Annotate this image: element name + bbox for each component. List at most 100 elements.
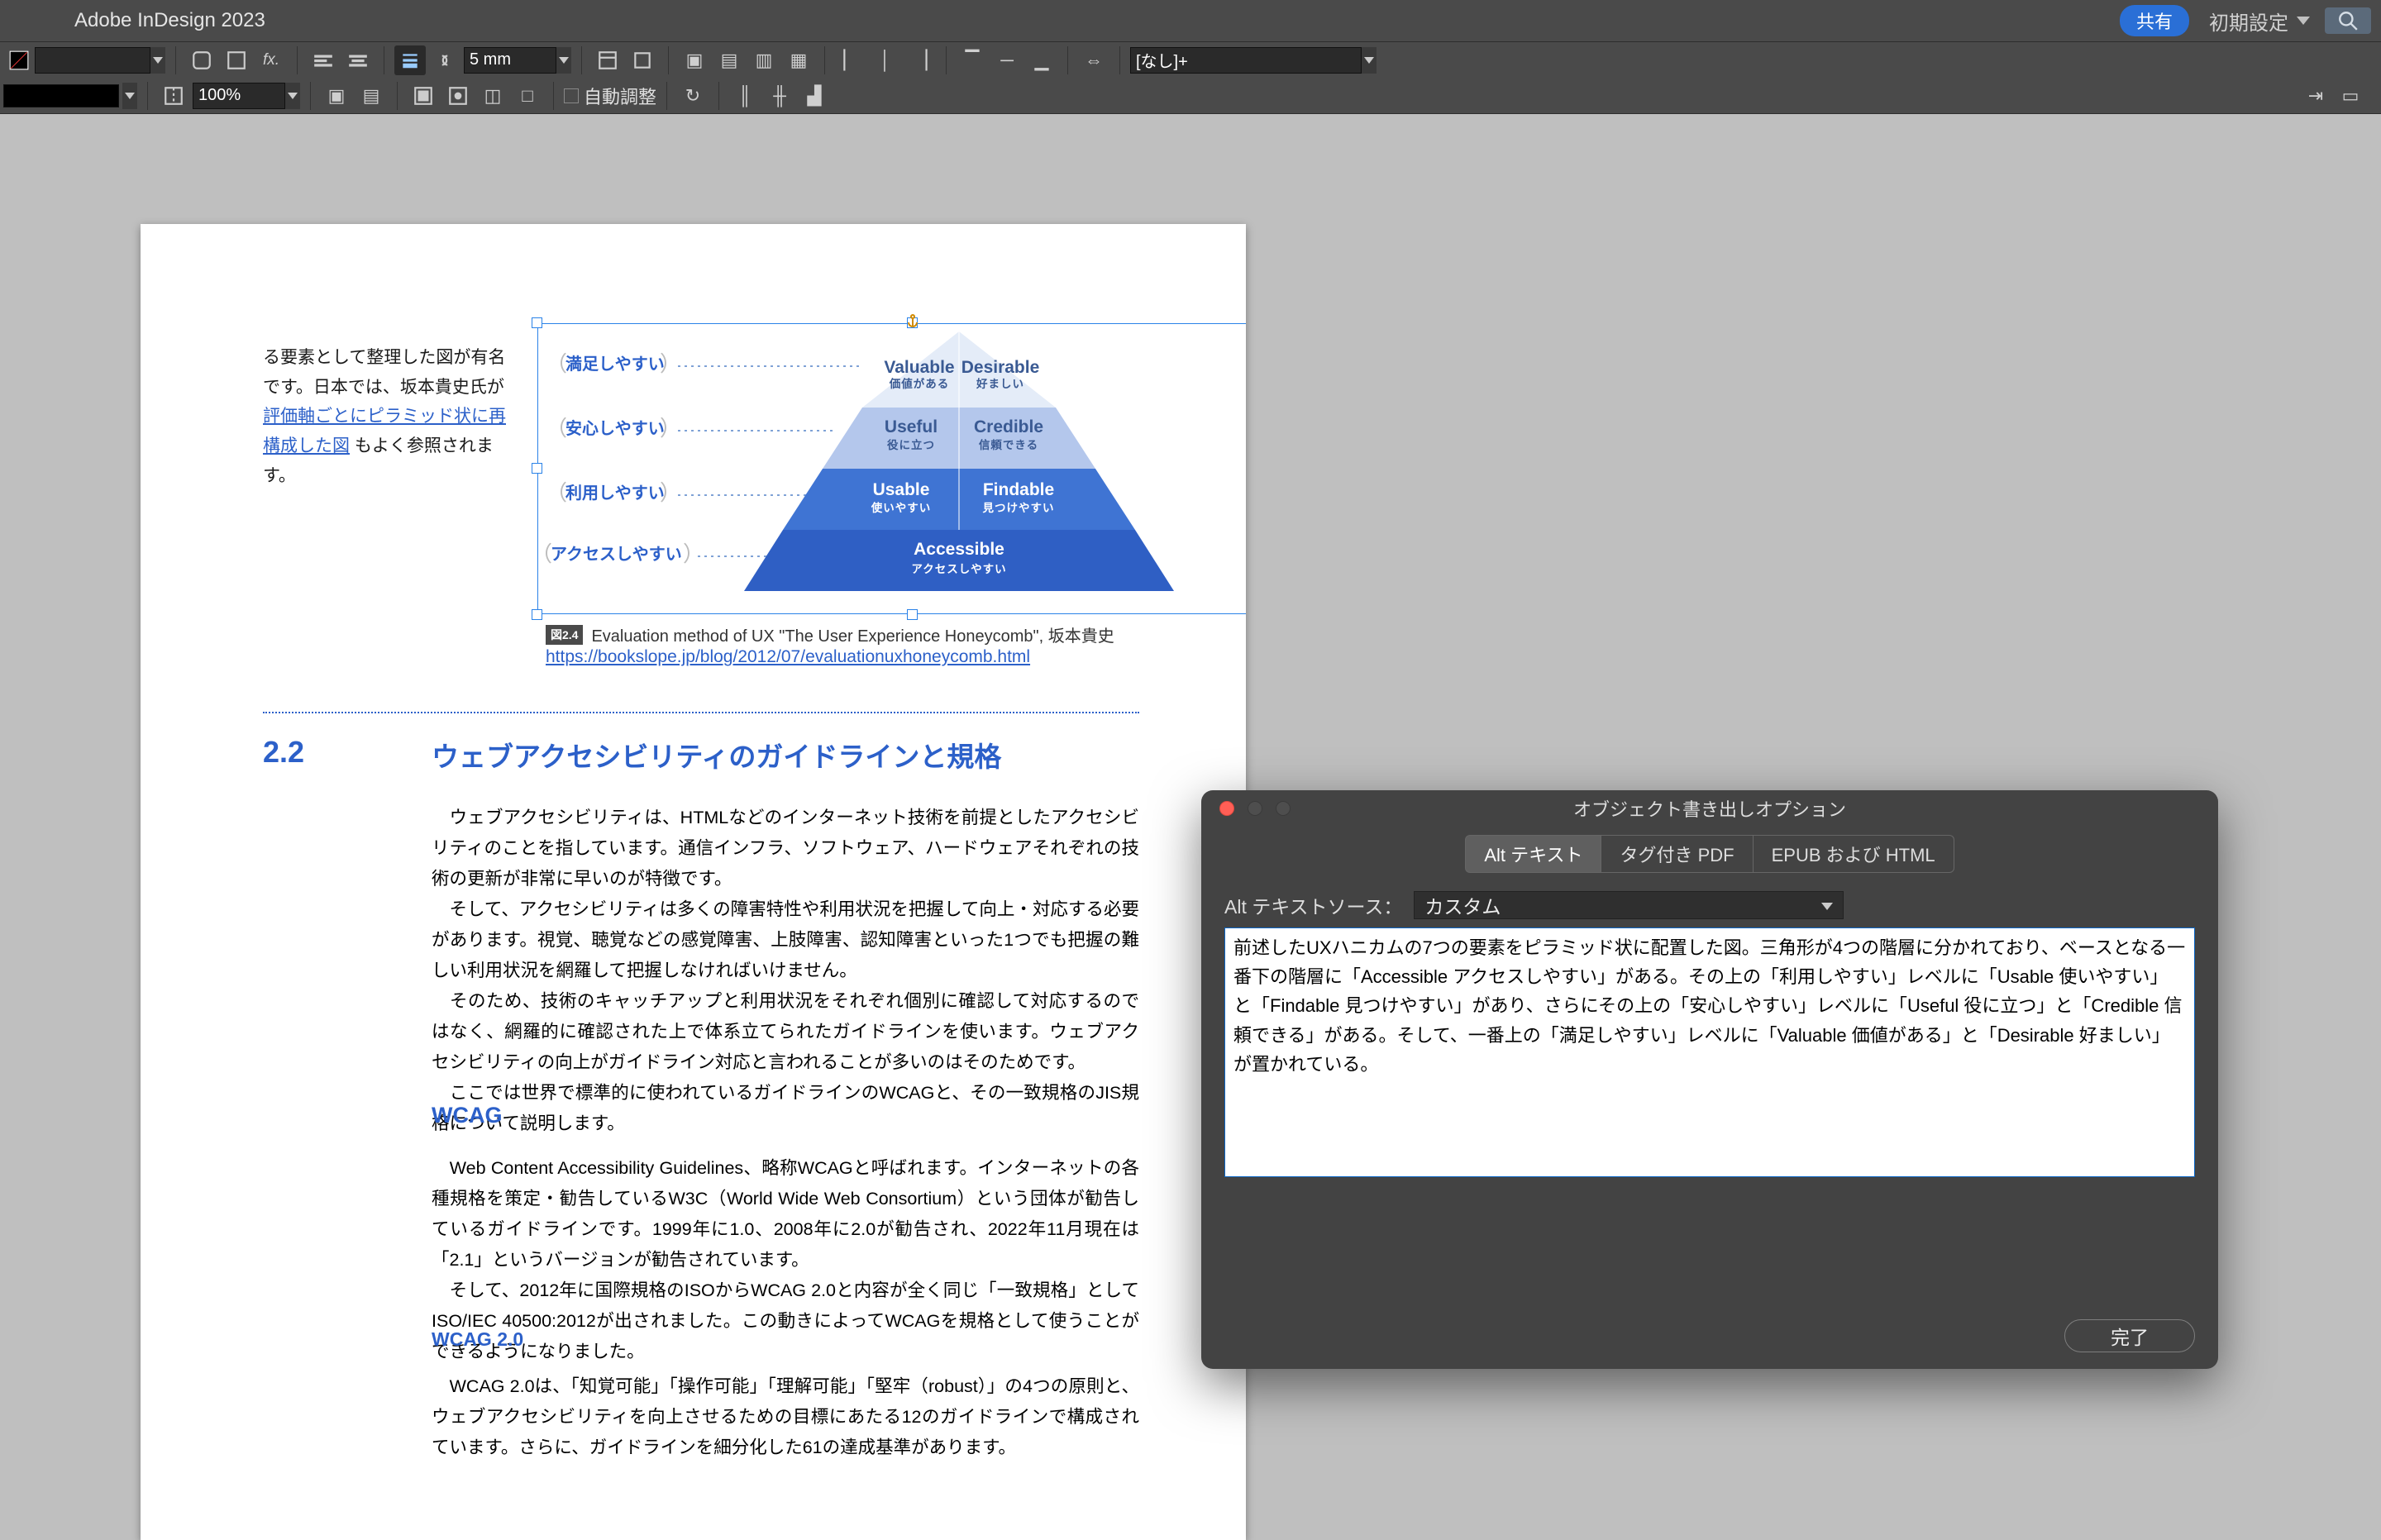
workspace-dropdown[interactable]: 初期設定 [2209,7,2310,36]
align-left-icon[interactable]: ▏ [835,45,866,75]
search-button[interactable] [2325,7,2371,34]
wrap-jump-icon[interactable]: ▤ [713,45,745,75]
stroke-dropdown[interactable] [122,83,137,109]
stroke-swatch[interactable] [3,84,119,107]
align-top-icon[interactable]: ▔ [957,45,988,75]
search-icon [2337,10,2359,31]
wrap-ignore-icon[interactable]: ▦ [783,45,814,75]
fill-color-dropdown[interactable] [150,47,165,74]
svg-text:アクセスしやすい: アクセスしやすい [911,563,1006,575]
corner-radius-icon[interactable] [186,45,217,75]
opacity-input[interactable] [193,83,285,109]
minimize-icon [1248,801,1262,816]
fit-content-icon[interactable] [408,81,439,111]
wrap-shape-icon[interactable]: ▣ [679,45,710,75]
workspace-area: る要素として整理した図が有名です。日本では、坂本貴史氏が 評価軸ごとにピラミッド… [0,115,2381,1540]
svg-text:満足しやすい: 満足しやすい [565,355,665,374]
svg-text:Findable: Findable [983,480,1054,499]
fit-frame-to-content-icon[interactable]: ▤ [355,81,387,111]
control-row-2: ▣ ▤ ◫ □ 自動調整 ↻ ║ ╫ ▟ ⇥ ▭ [0,78,2381,113]
text-wrap-bbox-icon[interactable] [627,45,658,75]
svg-text:好ましい: 好ましい [976,377,1024,390]
tab-tagged-pdf[interactable]: タグ付き PDF [1601,835,1752,873]
auto-fit-group[interactable]: 自動調整 [564,83,656,109]
export-icon[interactable]: ⇥ [2300,81,2331,111]
alt-source-select[interactable]: カスタム [1414,891,1844,919]
object-style-dropdown[interactable] [1362,47,1377,74]
flow-1-icon[interactable]: ║ [729,81,761,111]
text-wrap-none-icon[interactable] [592,45,623,75]
done-button[interactable]: 完了 [2064,1319,2195,1352]
workspace-label: 初期設定 [2209,7,2288,36]
tab-alt-text[interactable]: Alt テキスト [1465,835,1601,873]
export-options-dialog[interactable]: オブジェクト書き出しオプション Alt テキスト タグ付き PDF EPUB お… [1201,790,2218,1369]
stroke-weight-icon[interactable] [394,45,426,75]
align-left-in-frame-icon[interactable] [308,45,339,75]
stroke-link-icon[interactable] [429,45,460,75]
document-page[interactable]: る要素として整理した図が有名です。日本では、坂本貴史氏が 評価軸ごとにピラミッド… [141,224,1246,1540]
close-icon[interactable] [1219,801,1234,816]
alt-text-textarea[interactable] [1224,927,2195,1177]
intro-paragraph: る要素として整理した図が有名です。日本では、坂本貴史氏が 評価軸ごとにピラミッド… [263,343,522,490]
svg-text:Desirable: Desirable [961,358,1040,377]
auto-fit-checkbox[interactable] [564,88,579,103]
svg-text:（: （ [546,480,567,505]
align-bottom-icon[interactable]: ▁ [1026,45,1057,75]
object-style-input[interactable] [1130,47,1362,74]
fx-icon[interactable]: fx. [255,45,287,75]
frame-icon[interactable] [221,45,252,75]
app-title: Adobe InDesign 2023 [74,9,265,32]
svg-text:Usable: Usable [873,480,930,499]
gap-value-input[interactable] [464,47,556,74]
opacity-dropdown[interactable] [285,83,300,109]
svg-text:使いやすい: 使いやすい [871,501,932,514]
intro-text-1: る要素として整理した図が有名です。日本では、坂本貴史氏が [263,348,505,397]
tab-epub-html[interactable]: EPUB および HTML [1753,835,1954,873]
control-row-1: fx. ▣ ▤ ▥ ▦ ▏ │ ▕ ▔ ─ ▁ ⇔ [0,42,2381,78]
figure-caption-text: Evaluation method of UX "The User Experi… [591,622,1114,646]
distribute-icon[interactable]: ⇔ [1078,45,1109,75]
auto-fit-label: 自動調整 [584,83,656,109]
anchor-icon [905,313,920,328]
opacity-icon[interactable] [158,81,189,111]
align-middle-icon[interactable]: ─ [991,45,1023,75]
gap-dropdown[interactable] [556,47,571,74]
body-para-1: ウェブアクセシビリティは、HTMLなどのインターネット技術を前提としたアクセシビ… [432,803,1139,1139]
svg-text:）: ） [660,416,681,441]
body-para-2: Web Content Accessibility Guidelines、略称W… [432,1153,1139,1367]
panel-icon[interactable]: ▭ [2335,81,2366,111]
svg-text:信頼できる: 信頼できる [979,438,1038,451]
fill-color-input[interactable] [35,47,150,74]
svg-text:Useful: Useful [885,417,938,436]
flow-2-icon[interactable]: ╫ [764,81,795,111]
svg-text:）: ） [660,480,681,505]
svg-text:Valuable: Valuable [884,358,954,377]
share-button[interactable]: 共有 [2120,5,2189,36]
align-right-icon[interactable]: ▕ [904,45,936,75]
maximize-icon [1276,801,1291,816]
figure-source-link[interactable]: https://bookslope.jp/blog/2012/07/evalua… [546,647,1030,667]
dialog-title: オブジェクト書き出しオプション [1201,795,2218,822]
section-number: 2.2 [263,735,304,770]
dialog-titlebar[interactable]: オブジェクト書き出しオプション [1201,790,2218,827]
wrap-jump-next-icon[interactable]: ▥ [748,45,780,75]
body-para-3: WCAG 2.0は、「知覚可能」「操作可能」「理解可能」「堅牢（robust）」… [432,1371,1139,1463]
section-title: ウェブアクセシビリティのガイドラインと規格 [432,735,1001,775]
fill-frame-prop-icon[interactable]: ◫ [477,81,508,111]
fit-content-prop-icon[interactable]: ▣ [321,81,352,111]
fit-frame-icon[interactable]: □ [512,81,543,111]
center-content-icon[interactable] [442,81,474,111]
heading-wcag20: WCAG 2.0 [432,1328,523,1351]
rotate-cw-icon[interactable]: ↻ [677,81,709,111]
dialog-tabs: Alt テキスト タグ付き PDF EPUB および HTML [1201,835,2218,873]
flow-3-icon[interactable]: ▟ [799,81,830,111]
align-center-icon[interactable]: │ [870,45,901,75]
svg-text:）: ） [660,351,681,376]
figure-caption: 図2.4 Evaluation method of UX "The User E… [546,622,1114,646]
svg-text:Credible: Credible [974,417,1043,436]
svg-text:）: ） [683,541,704,566]
fill-swatch-icon[interactable] [3,45,35,75]
align-center-in-frame-icon[interactable] [342,45,374,75]
pyramid-figure[interactable]: （満足しやすい） （安心しやすい） （利用しやすい） （アクセスしやすい） Ac… [546,331,1246,606]
svg-text:価値がある: 価値がある [889,377,950,390]
